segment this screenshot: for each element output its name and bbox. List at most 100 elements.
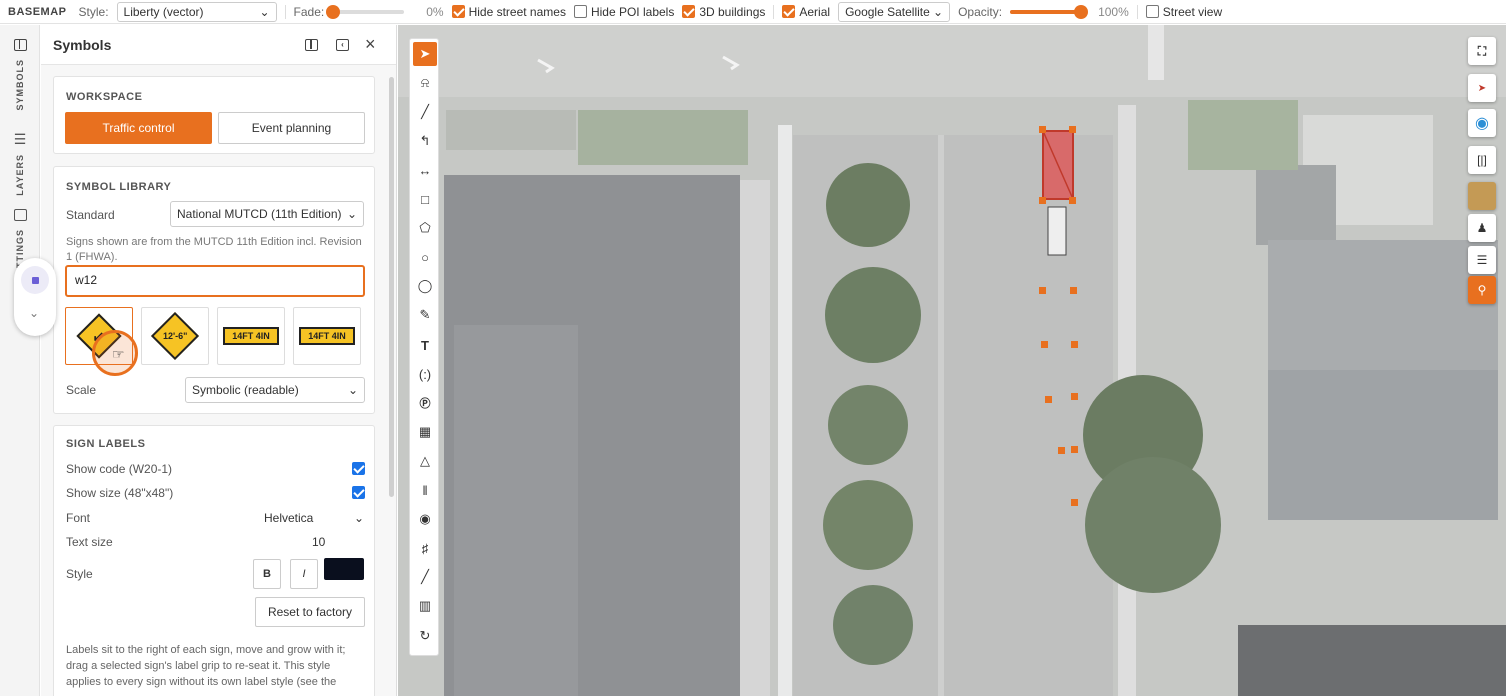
lasso-icon[interactable]: ⍾ <box>413 71 437 95</box>
street-view-checkbox[interactable]: Street view <box>1145 5 1222 19</box>
imagery-select-value: Google Satellite <box>845 4 930 19</box>
chevron-down-icon[interactable]: ⌄ <box>29 306 39 320</box>
curve-icon[interactable]: ↰ <box>413 129 437 153</box>
node-icon[interactable]: △ <box>413 449 437 473</box>
symbol-library-card: SYMBOL LIBRARY Standard National MUTCD (… <box>53 166 375 414</box>
floating-control[interactable]: ⌄ <box>14 258 56 336</box>
opacity-slider[interactable] <box>1010 4 1089 19</box>
text-size-value[interactable]: 10 <box>312 535 325 549</box>
double-arrow-icon[interactable]: ↔ <box>413 158 437 182</box>
show-size-checkbox[interactable] <box>352 486 365 499</box>
globe-icon[interactable]: ◉ <box>1468 109 1496 137</box>
reset-to-factory-button[interactable]: Reset to factory <box>255 597 365 627</box>
street-view-box[interactable] <box>1145 5 1159 18</box>
fade-label: Fade: <box>293 4 325 19</box>
hide-poi-labels-label: Hide POI labels <box>590 4 675 19</box>
basemap-toolbar: BASEMAP Style: Liberty (vector) ⌄ Fade: … <box>0 0 1506 24</box>
circle-icon[interactable]: ○ <box>413 245 437 269</box>
italic-button[interactable]: I <box>290 559 318 589</box>
sign-thumb-w12-2p[interactable]: 14FT 4IN <box>293 307 361 365</box>
target-icon[interactable]: ◉ <box>413 507 437 531</box>
parking-icon[interactable]: Ⓟ <box>413 391 437 415</box>
workspace-event-planning-button[interactable]: Event planning <box>218 112 365 144</box>
aerial-imagery <box>398 25 1506 696</box>
opacity-value: 100% <box>1098 4 1129 19</box>
hide-street-names-label: Hide street names <box>468 4 566 19</box>
library-note: Signs shown are from the MUTCD 11th Edit… <box>66 236 362 263</box>
close-icon[interactable]: × <box>365 34 376 55</box>
hide-poi-labels-checkbox[interactable]: Hide POI labels <box>573 4 675 19</box>
location-icon[interactable]: ⚲ <box>1468 276 1496 304</box>
sign-thumb-w12-1[interactable]: ↙ ☞ <box>65 307 138 376</box>
layers-icon[interactable]: ☰ <box>1468 246 1496 274</box>
tab-layers[interactable]: ☰ LAYERS <box>0 131 40 196</box>
record-icon[interactable] <box>21 266 49 294</box>
text-icon[interactable]: T <box>413 333 437 357</box>
hide-street-names-checkbox[interactable]: Hide street names <box>451 4 566 19</box>
bold-button[interactable]: B <box>253 559 281 589</box>
split-view-icon[interactable] <box>305 39 318 51</box>
rotate-icon[interactable]: ↻ <box>413 624 437 648</box>
select-arrow-icon[interactable]: ➤ <box>413 42 437 66</box>
show-code-label: Show code (W20-1) <box>66 462 173 476</box>
street-view-person-icon[interactable]: ♟ <box>1468 214 1496 242</box>
compass-icon[interactable]: ➤ <box>1468 74 1496 102</box>
3d-buildings-box[interactable] <box>682 5 696 18</box>
hand-cursor-icon: ☞ <box>112 346 125 362</box>
sign-thumb-w12-2ap[interactable]: 14FT 4IN <box>217 307 285 365</box>
road-icon[interactable]: ‖ <box>413 478 437 502</box>
style-select[interactable]: Liberty (vector) ⌄ <box>116 1 277 22</box>
low-clearance-text: 12'-6" <box>162 330 188 341</box>
sign-labels-card: SIGN LABELS Show code (W20-1) Show size … <box>53 425 375 696</box>
pencil-icon[interactable]: ✎ <box>413 303 437 327</box>
bracket-icon[interactable]: (:) <box>413 362 437 386</box>
standard-select-value: National MUTCD (11th Edition) <box>177 207 342 221</box>
style-select-value: Liberty (vector) <box>123 4 204 19</box>
aerial-checkbox[interactable]: Aerial <box>782 5 830 19</box>
rectangle-icon[interactable]: □ <box>413 187 437 211</box>
opacity-slider-knob[interactable] <box>1074 4 1089 19</box>
line-icon[interactable]: ╱ <box>413 100 437 124</box>
text-size-label: Text size <box>66 535 113 549</box>
collapse-panel-icon[interactable]: ‹ <box>336 39 349 51</box>
chevron-down-icon: ⌄ <box>353 511 364 525</box>
hatch-icon[interactable]: ▥ <box>413 594 437 618</box>
symbol-search-input[interactable]: w12 <box>65 265 365 297</box>
opacity-label: Opacity: <box>958 4 1003 19</box>
tab-layers-label: LAYERS <box>15 154 25 196</box>
measure-icon[interactable]: ╱ <box>413 565 437 589</box>
satellite-thumbnail-icon[interactable] <box>1468 182 1496 210</box>
ellipse-icon[interactable]: ◯ <box>413 274 437 298</box>
panel-scrollbar[interactable] <box>389 77 394 497</box>
chevron-down-icon: ⌄ <box>347 383 358 397</box>
crosswalk-icon[interactable]: ▦ <box>413 420 437 444</box>
symbol-library-heading: SYMBOL LIBRARY <box>66 181 172 193</box>
sign-thumb-w12-2[interactable]: 12'-6" <box>141 307 209 365</box>
split-view-icon[interactable]: [|] <box>1468 146 1496 174</box>
rail-icon[interactable]: ♯ <box>413 536 437 560</box>
tab-symbols[interactable]: SYMBOLS <box>0 39 40 111</box>
polygon-icon[interactable]: ⬠ <box>413 216 437 240</box>
imagery-select[interactable]: Google Satellite ⌄ <box>838 1 951 22</box>
hide-poi-labels-box[interactable] <box>573 5 587 18</box>
3d-buildings-checkbox[interactable]: 3D buildings <box>682 5 765 19</box>
side-rail: SYMBOLS ☰ LAYERS SETTINGS <box>0 25 40 696</box>
panel-title: Symbols <box>53 36 112 53</box>
font-select-value: Helvetica <box>264 511 314 525</box>
aerial-box[interactable] <box>782 5 796 18</box>
standard-select[interactable]: National MUTCD (11th Edition) ⌄ <box>170 201 364 227</box>
workspace-traffic-control-button[interactable]: Traffic control <box>65 112 212 144</box>
panel-icon <box>13 209 27 221</box>
scale-select[interactable]: Symbolic (readable) ⌄ <box>185 377 365 403</box>
aerial-map[interactable] <box>398 25 1506 696</box>
sign-labels-heading: SIGN LABELS <box>66 438 146 450</box>
label-color-swatch[interactable] <box>324 558 364 580</box>
fade-slider-knob[interactable] <box>326 4 341 19</box>
hide-street-names-box[interactable] <box>451 5 465 18</box>
font-select[interactable]: Helvetica ⌄ <box>264 511 364 525</box>
scale-label: Scale <box>66 383 97 397</box>
fade-slider[interactable] <box>326 4 405 19</box>
show-code-checkbox[interactable] <box>352 462 365 475</box>
fullscreen-icon[interactable]: ⛶ <box>1468 37 1496 65</box>
3d-buildings-label: 3D buildings <box>699 4 766 19</box>
